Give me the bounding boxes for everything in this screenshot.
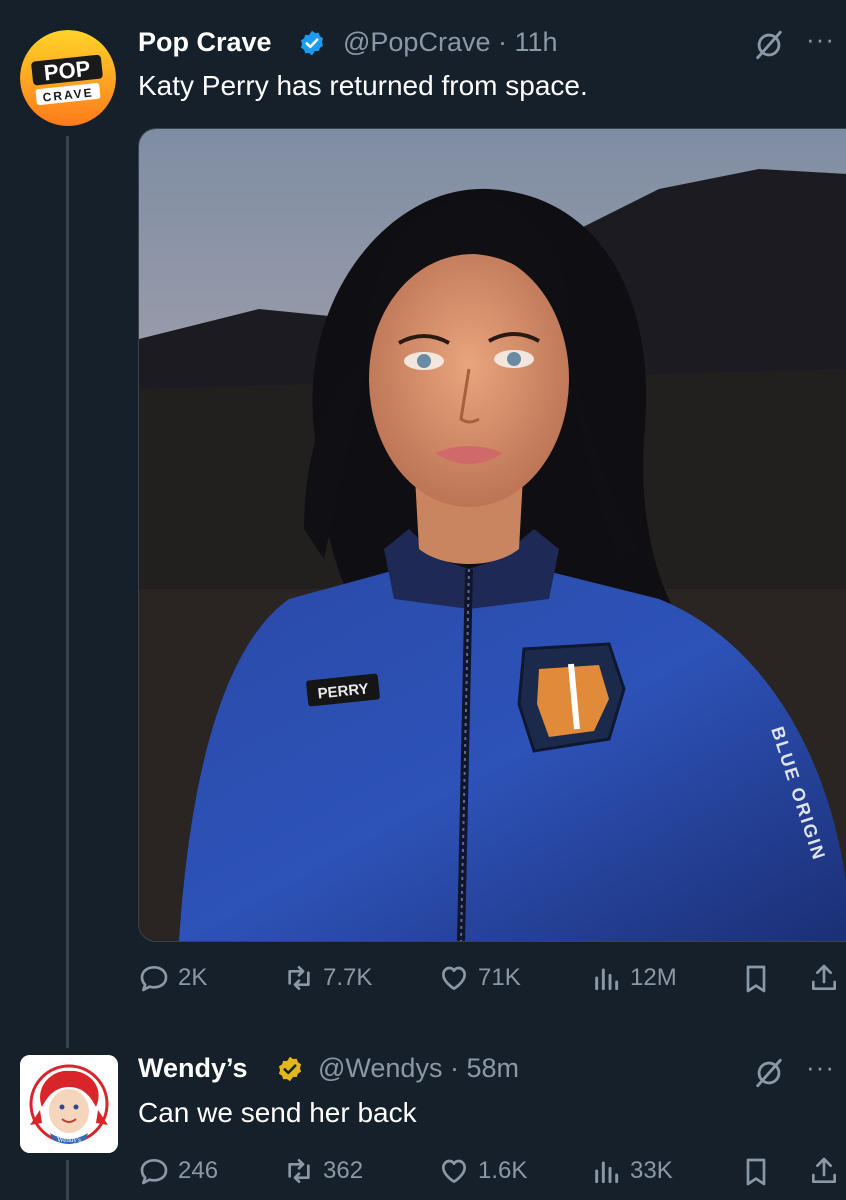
bookmark-icon[interactable] — [740, 963, 772, 995]
repost-icon — [288, 966, 310, 990]
views-icon — [595, 1161, 619, 1184]
wendys-logo: Wendy's — [20, 1055, 118, 1153]
bookmark-icon[interactable] — [740, 1156, 772, 1188]
repost-count: 362 — [323, 1157, 364, 1184]
thread-line — [66, 136, 69, 1048]
svg-text:POP: POP — [43, 56, 92, 86]
repost-icon — [288, 1159, 310, 1183]
reply-button[interactable]: 246 — [138, 1155, 218, 1187]
reply-icon — [140, 966, 168, 992]
reply-count: 246 — [178, 1157, 219, 1184]
views-count: 12M — [630, 964, 677, 991]
grok-icon[interactable] — [752, 28, 786, 62]
repost-count: 7.7K — [323, 964, 373, 991]
share-icon[interactable] — [808, 1155, 840, 1187]
share-icon[interactable] — [808, 962, 840, 994]
reply-button[interactable]: 2K — [138, 962, 207, 994]
more-icon[interactable]: ··· — [806, 1052, 835, 1083]
handle-time-wendys[interactable]: @Wendys · 58m — [318, 1053, 519, 1084]
repost-button[interactable]: 362 — [283, 1155, 363, 1187]
avatar-popcrave[interactable]: POP CRAVE — [20, 30, 116, 126]
author-name-popcrave[interactable]: Pop Crave — [138, 27, 272, 58]
views-button[interactable]: 12M — [590, 962, 677, 994]
thread-line-bottom — [66, 1160, 69, 1200]
like-icon — [442, 1159, 466, 1183]
verified-badge-icon — [300, 30, 324, 56]
reply-count: 2K — [178, 964, 208, 991]
like-count: 1.6K — [478, 1157, 528, 1184]
tweet-media[interactable]: PERRY BLUE ORIGIN — [138, 128, 846, 942]
repost-button[interactable]: 7.7K — [283, 962, 372, 994]
like-count: 71K — [478, 964, 521, 991]
handle-time-popcrave[interactable]: @PopCrave · 11h — [343, 27, 558, 58]
views-button[interactable]: 33K — [590, 1155, 673, 1187]
more-icon[interactable]: ··· — [806, 24, 835, 55]
like-icon — [442, 966, 466, 990]
katy-perry-photo: PERRY BLUE ORIGIN — [139, 129, 846, 941]
avatar-wendys[interactable]: Wendy's — [20, 1055, 118, 1153]
svg-text:Wendy's: Wendy's — [57, 1136, 81, 1144]
tweet-text-wendys: Can we send her back — [138, 1097, 417, 1128]
like-button[interactable]: 71K — [438, 962, 521, 994]
popcrave-logo: POP CRAVE — [20, 30, 116, 126]
views-count: 33K — [630, 1157, 673, 1184]
views-icon — [595, 968, 619, 991]
tweet-text-popcrave: Katy Perry has returned from space. — [138, 70, 588, 101]
author-name-wendys[interactable]: Wendy’s — [138, 1053, 248, 1084]
reply-icon — [140, 1159, 168, 1185]
grok-icon[interactable] — [752, 1056, 786, 1090]
like-button[interactable]: 1.6K — [438, 1155, 527, 1187]
verified-badge-icon — [278, 1056, 302, 1082]
